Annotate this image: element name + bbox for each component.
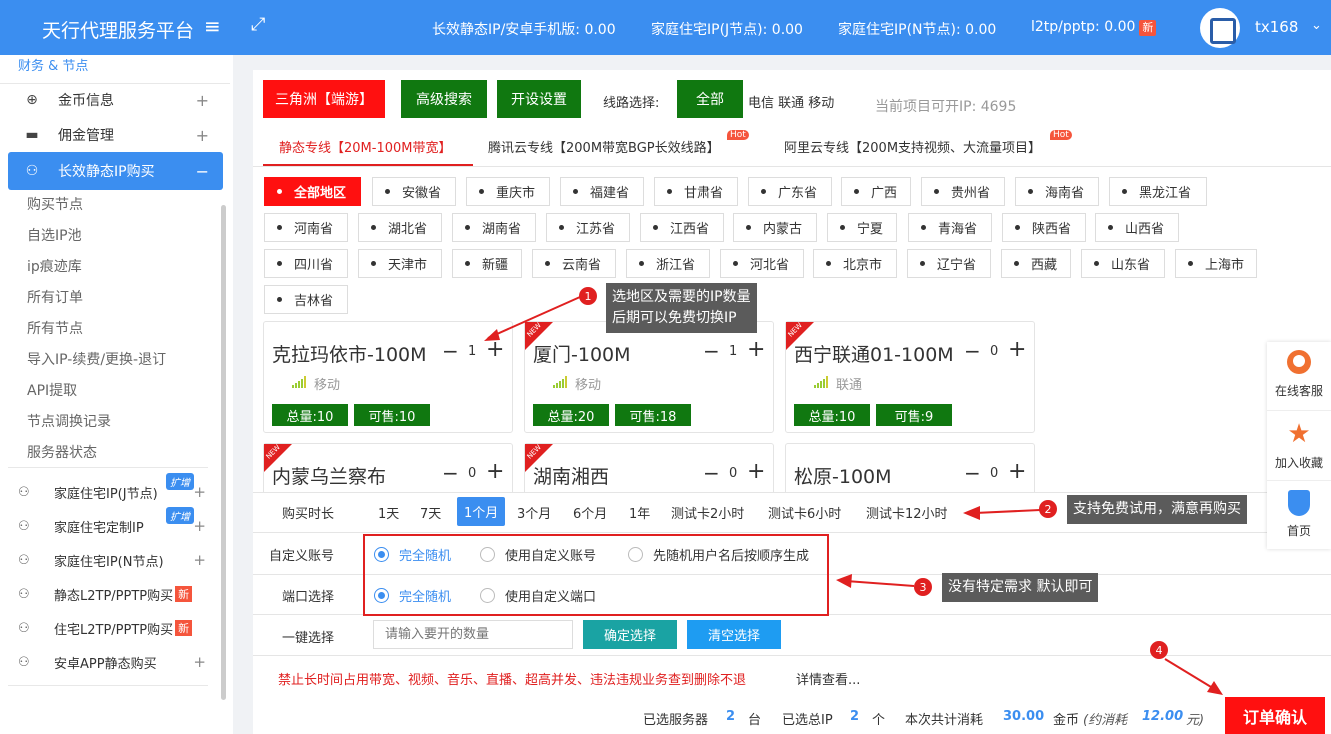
online-service-label: 在线客服 xyxy=(1274,384,1323,398)
callout-line: 选地区及需要的IP数量 xyxy=(612,289,751,305)
annotation-number-2: 2 xyxy=(1039,500,1057,518)
arrowhead-4 xyxy=(1207,681,1223,695)
arrowhead-2 xyxy=(963,506,980,520)
add-favorite[interactable]: ★ 加入收藏 xyxy=(1267,420,1331,471)
annotation-number-3: 3 xyxy=(914,578,932,596)
home-label: 首页 xyxy=(1286,524,1311,538)
annotation-number-1: 1 xyxy=(579,287,597,305)
arrow-4 xyxy=(1164,658,1217,691)
home-icon xyxy=(1288,490,1310,516)
arrow-2 xyxy=(974,509,1041,514)
annotation-number-4: 4 xyxy=(1150,641,1168,659)
floating-toolbar: 在线客服 ★ 加入收藏 首页 xyxy=(1267,342,1331,549)
add-favorite-label: 加入收藏 xyxy=(1274,456,1323,470)
callout-1: 选地区及需要的IP数量 后期可以免费切换IP xyxy=(606,283,757,333)
callout-line: 后期可以免费切换IP xyxy=(612,310,737,326)
home-link[interactable]: 首页 xyxy=(1267,490,1331,539)
callout-3: 没有特定需求 默认即可 xyxy=(942,573,1099,602)
annotation-arrows xyxy=(484,296,1223,695)
arrowhead-1 xyxy=(484,329,500,341)
service-icon xyxy=(1287,350,1311,374)
arrowhead-3 xyxy=(836,574,852,588)
callout-2: 支持免费试用，满意再购买 xyxy=(1067,495,1247,524)
star-icon: ★ xyxy=(1287,419,1311,449)
arrow-3 xyxy=(845,580,915,587)
online-service[interactable]: 在线客服 xyxy=(1267,350,1331,399)
arrow-1 xyxy=(487,296,581,339)
